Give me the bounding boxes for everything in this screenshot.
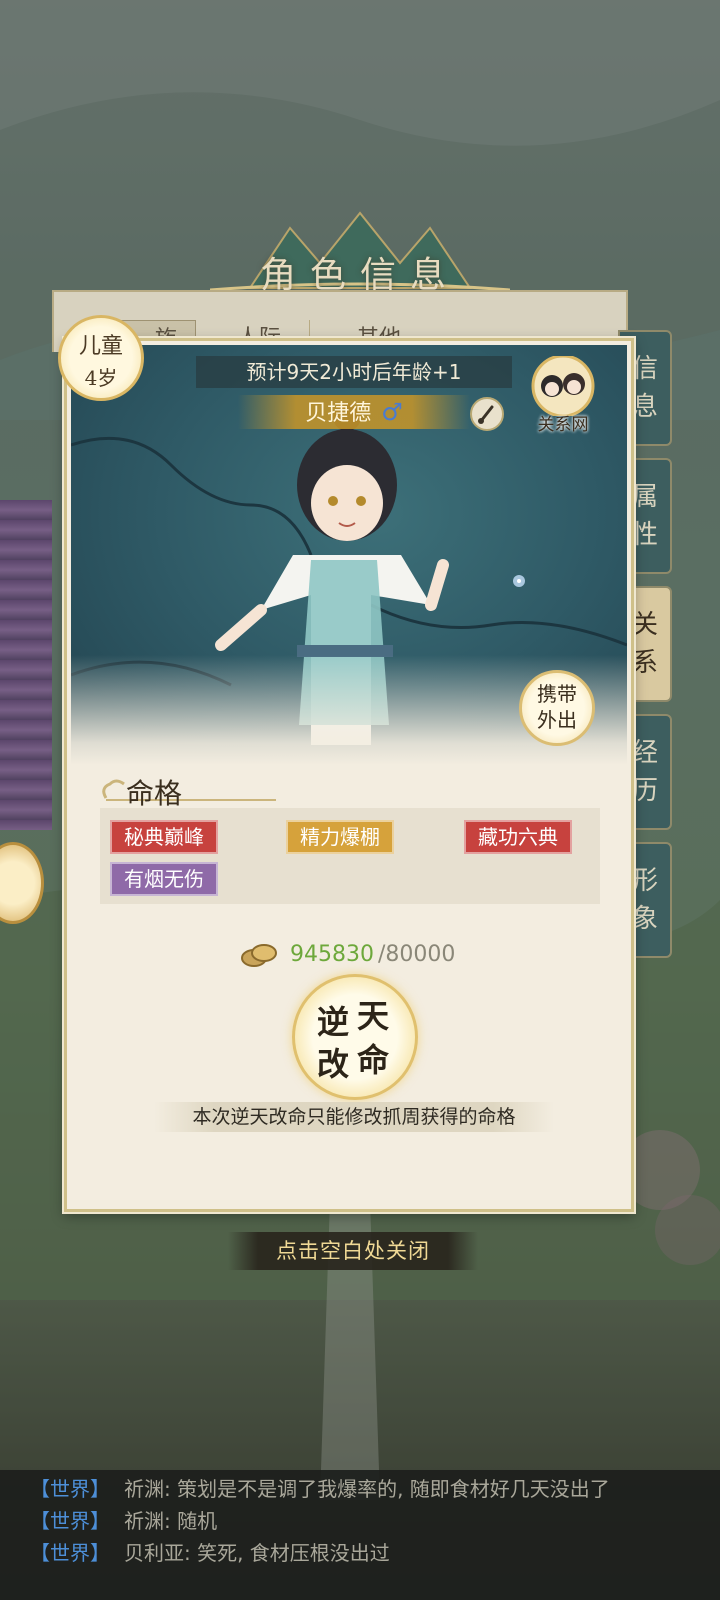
destiny-tag[interactable]: 有烟无伤 [110, 862, 218, 896]
chat-text: 祈渊: 策划是不是调了我爆率的, 随即食材好几天没出了 [124, 1477, 610, 1501]
cost-required: /80000 [378, 942, 456, 967]
fate-char: 天 [357, 997, 390, 1035]
age-badge: 儿童 4岁 [58, 315, 144, 401]
age-countdown: 预计9天2小时后年龄+1 [196, 356, 512, 388]
chat-line: 【世界】 祈渊: 随机 [30, 1504, 217, 1538]
edit-name-button[interactable] [470, 397, 504, 431]
side-tab-label: 关系 [631, 610, 658, 678]
relation-network-label: 关系网 [537, 415, 589, 435]
fate-char: 逆 [317, 1003, 350, 1041]
change-fate-button[interactable]: 逆 天 改 命 [292, 974, 418, 1100]
close-hint[interactable]: 点击空白处关闭 [228, 1232, 478, 1270]
destiny-title: 命格 [126, 777, 183, 810]
fate-notice: 本次逆天改命只能修改抓周获得的命格 [154, 1102, 554, 1132]
carry-label-line1: 携带 [537, 682, 577, 706]
coin-icon [241, 944, 277, 967]
carry-outing-button[interactable]: 携带 外出 [519, 670, 595, 746]
destiny-section-header: 命格 [96, 768, 276, 810]
fate-char: 命 [357, 1041, 390, 1079]
carry-label-line2: 外出 [537, 708, 577, 732]
chat-text: 祈渊: 随机 [124, 1509, 218, 1533]
flower-decoration [0, 500, 52, 830]
male-gender-icon: ♂ [381, 398, 403, 426]
world-chat-panel[interactable]: 【世界】 祈渊: 策划是不是调了我爆率的, 随即食材好几天没出了 【世界】 祈渊: … [0, 1470, 720, 1600]
side-tab-label: 经历 [631, 738, 658, 806]
chat-line: 【世界】 祈渊: 策划是不是调了我爆率的, 随即食材好几天没出了 [30, 1472, 610, 1506]
age-stage: 儿童 [78, 334, 123, 359]
destiny-tag[interactable]: 秘典巅峰 [110, 820, 218, 854]
age-value: 4岁 [84, 366, 118, 390]
side-tab-label: 形象 [631, 866, 658, 934]
character-name: 贝捷德 [305, 401, 372, 426]
chat-channel: 【世界】 [30, 1509, 110, 1533]
fate-char: 改 [317, 1045, 350, 1083]
title-banner: 角色信息 [209, 208, 511, 303]
character-name-bar: 贝捷德 ♂ [238, 395, 470, 429]
destiny-tag[interactable]: 精力爆棚 [286, 820, 394, 854]
chat-channel: 【世界】 [30, 1477, 110, 1501]
chat-text: 贝利亚: 笑死, 食材压根没出过 [124, 1541, 390, 1565]
relation-network-button[interactable]: 关系网 [528, 354, 598, 435]
side-tab-label: 信息 [631, 354, 658, 422]
brush-icon [478, 405, 494, 424]
relation-avatars-icon [531, 354, 595, 418]
chat-channel: 【世界】 [30, 1541, 110, 1565]
chat-line: 【世界】 贝利亚: 笑死, 食材压根没出过 [30, 1536, 390, 1570]
cost-owned: 945830 [290, 942, 374, 967]
side-tab-label: 属性 [631, 482, 658, 550]
cloud-scroll-icon [102, 779, 276, 801]
destiny-tag[interactable]: 藏功六典 [464, 820, 572, 854]
destiny-tags-box: 秘典巅峰 精力爆棚 藏功六典 有烟无伤 [100, 808, 600, 904]
